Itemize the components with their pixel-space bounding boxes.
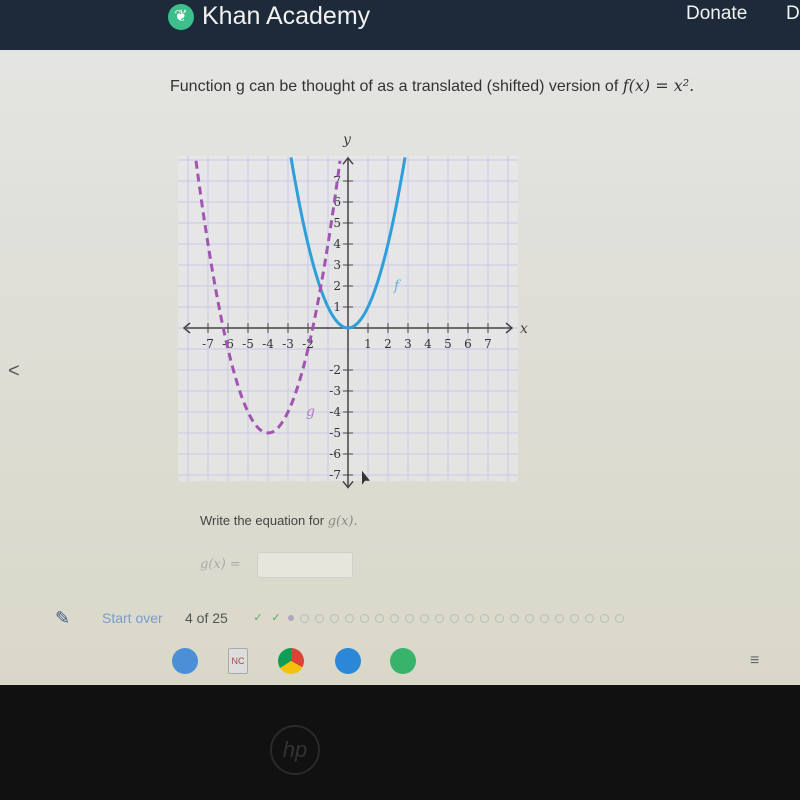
- progress-dot: [315, 613, 324, 623]
- progress-dot: [540, 613, 549, 623]
- y-tick-label: 3: [333, 258, 341, 272]
- progress-dots: ✓ ✓: [252, 611, 624, 624]
- progress-dot: [420, 613, 429, 623]
- progress-dot: [405, 613, 414, 623]
- progress-current-dot: [288, 615, 294, 621]
- y-tick-label: 5: [333, 216, 341, 230]
- x-tick-label: 2: [384, 337, 392, 351]
- camera-app-icon[interactable]: [335, 648, 361, 674]
- progress-dot: [570, 613, 579, 623]
- progress-dot: [375, 613, 384, 623]
- question-fn: g(x).: [327, 514, 358, 529]
- notes-app-icon[interactable]: NC: [228, 648, 248, 674]
- x-tick-label: 6: [464, 337, 472, 351]
- y-tick-label: -5: [329, 426, 341, 440]
- progress-dot: [450, 613, 459, 623]
- y-tick-label: -3: [329, 384, 341, 398]
- progress-check-icon: ✓: [253, 611, 263, 624]
- x-tick-label: 5: [444, 337, 452, 351]
- progress-dot: [465, 613, 474, 623]
- leaf-icon: ❦: [168, 3, 194, 30]
- y-tick-label: -2: [329, 363, 341, 377]
- progress-dot: [585, 613, 594, 623]
- progress-dot: [435, 613, 444, 623]
- x-tick-label: -7: [202, 337, 214, 351]
- top-bar: ❦ Khan Academy Donate D: [0, 0, 800, 50]
- x-tick-label: -5: [242, 337, 254, 351]
- progress-footer: ✎ Start over 4 of 25 ✓ ✓: [0, 603, 800, 633]
- zoom-app-icon[interactable]: [172, 648, 198, 674]
- answer-label: g(x) =: [200, 557, 241, 572]
- progress-dot: [480, 613, 489, 623]
- header-link-clipped[interactable]: D: [786, 3, 800, 25]
- graph: xy-7 -6 -5 -4 -3 -2 1 2 3 4 5 6 7-7-6-5-4-3-21234567…: [178, 132, 528, 489]
- status-tray-icon[interactable]: ≡: [750, 652, 759, 670]
- exercise-area: Function g can be thought of as a transl…: [0, 50, 800, 685]
- start-over-button[interactable]: Start over: [102, 610, 163, 626]
- x-tick-label: -3: [282, 337, 294, 351]
- progress-dot: [345, 613, 354, 623]
- spotify-app-icon[interactable]: [390, 648, 416, 674]
- progress-count: 4 of 25: [185, 610, 228, 626]
- y-tick-label: 1: [333, 300, 341, 314]
- progress-dot: [360, 613, 369, 623]
- x-tick-label: 3: [404, 337, 412, 351]
- y-tick-label: 4: [333, 237, 341, 251]
- progress-dot: [615, 613, 624, 623]
- y-tick-label: -6: [329, 447, 341, 461]
- hp-logo: hp: [270, 725, 320, 775]
- x-tick-label: 1: [364, 337, 372, 351]
- progress-dot: [555, 613, 564, 623]
- progress-dot: [300, 613, 309, 623]
- y-tick-label: -4: [329, 405, 341, 419]
- y-tick-label: 2: [333, 279, 341, 293]
- progress-dot: [390, 613, 399, 623]
- progress-dot: [495, 613, 504, 623]
- os-shelf: NC ≡: [0, 640, 800, 685]
- answer-input[interactable]: [257, 552, 353, 578]
- progress-dot: [330, 613, 339, 623]
- khan-academy-logo[interactable]: ❦ Khan Academy: [168, 2, 370, 31]
- x-axis-label: x: [520, 321, 528, 337]
- question-text: Write the equation for g(x).: [200, 513, 358, 529]
- donate-link[interactable]: Donate: [686, 3, 747, 25]
- progress-dot: [525, 613, 534, 623]
- brand-name: Khan Academy: [202, 2, 371, 30]
- x-tick-label: 7: [484, 337, 492, 351]
- hint-icon[interactable]: ✎: [55, 608, 70, 629]
- curve-label-g: g: [306, 404, 315, 420]
- progress-dot: [600, 613, 609, 623]
- chrome-app-icon[interactable]: [278, 648, 304, 674]
- question-label: Write the equation for: [200, 513, 325, 528]
- x-tick-label: -4: [262, 337, 274, 351]
- progress-check-icon: ✓: [271, 611, 281, 624]
- progress-dot: [510, 613, 519, 623]
- y-tick-label: -7: [329, 468, 341, 482]
- x-tick-label: 4: [424, 337, 432, 351]
- y-axis-label: y: [342, 132, 352, 148]
